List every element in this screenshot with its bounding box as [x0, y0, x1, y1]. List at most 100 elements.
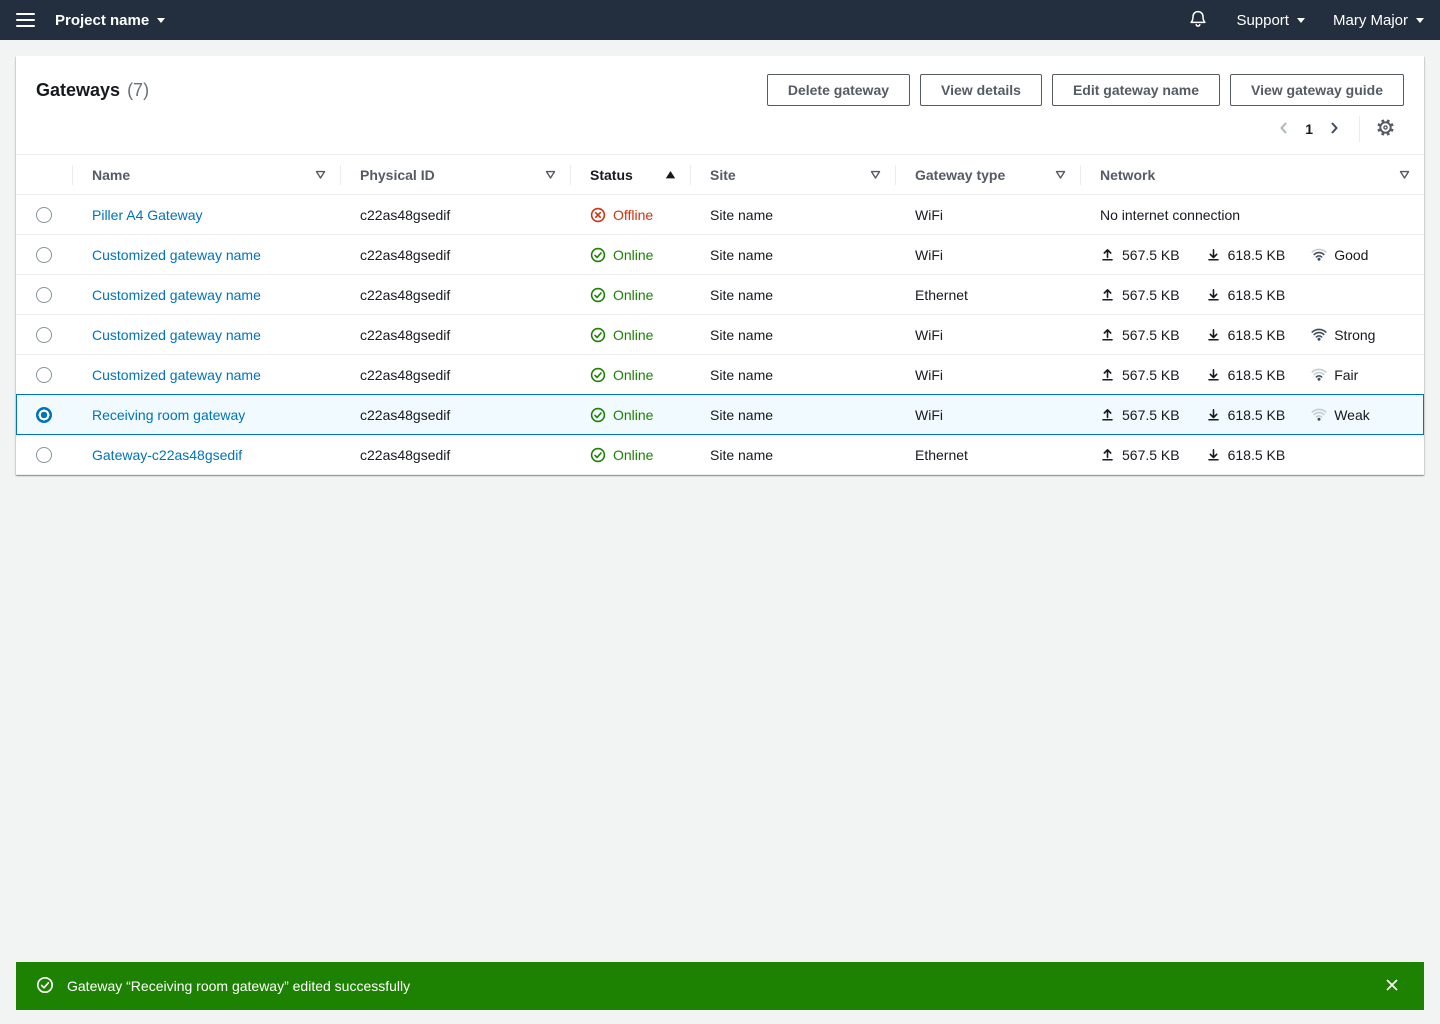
network-stats: 567.5 KB618.5 KBFair: [1100, 367, 1358, 383]
gateway-name-link[interactable]: Customized gateway name: [92, 327, 261, 343]
row-radio[interactable]: [36, 447, 52, 463]
column-header-status[interactable]: Status: [570, 155, 690, 194]
view-gateway-guide-button[interactable]: View gateway guide: [1230, 74, 1404, 106]
chevron-right-icon: [1326, 120, 1342, 139]
delete-gateway-button[interactable]: Delete gateway: [767, 74, 910, 106]
project-name-menu[interactable]: Project name: [55, 12, 165, 29]
close-icon: [1384, 977, 1400, 996]
row-radio[interactable]: [36, 247, 52, 263]
status-text: Online: [613, 447, 653, 463]
physical-id-cell: c22as48gsedif: [340, 275, 570, 314]
name-cell: Receiving room gateway: [72, 395, 340, 434]
physical-id-cell: c22as48gsedif: [340, 315, 570, 354]
row-radio-selected[interactable]: [36, 407, 52, 423]
user-menu[interactable]: Mary Major: [1333, 12, 1424, 29]
download-icon: [1206, 407, 1221, 422]
gateway-name-link[interactable]: Customized gateway name: [92, 287, 261, 303]
download-icon: [1206, 447, 1221, 462]
gateway-name-link[interactable]: Piller A4 Gateway: [92, 207, 203, 223]
status-cell: Offline: [570, 195, 690, 234]
column-header-physical_id[interactable]: Physical ID: [340, 155, 570, 194]
network-cell: 567.5 KB618.5 KBWeak: [1080, 395, 1424, 434]
table-settings-button[interactable]: [1372, 116, 1398, 142]
support-label: Support: [1236, 12, 1289, 29]
select-cell: [16, 275, 72, 314]
hamburger-menu-icon[interactable]: [16, 13, 35, 27]
table-row[interactable]: Customized gateway name c22as48gsedif Onli…: [16, 275, 1424, 315]
view-details-button[interactable]: View details: [920, 74, 1042, 106]
select-cell: [16, 195, 72, 234]
status-indicator: Online: [590, 367, 653, 383]
table-row[interactable]: Gateway-c22as48gsedif c22as48gsedif Online…: [16, 435, 1424, 475]
gateway-name-link[interactable]: Customized gateway name: [92, 247, 261, 263]
download-icon: [1206, 327, 1221, 342]
gateway-name-link[interactable]: Gateway-c22as48gsedif: [92, 447, 242, 463]
download-value: 618.5 KB: [1228, 367, 1286, 383]
status-cell: Online: [570, 435, 690, 474]
site-cell: Site name: [690, 315, 895, 354]
upload-icon: [1100, 407, 1115, 422]
table-row[interactable]: Receiving room gatewayc22as48gsedifOnlin…: [16, 395, 1424, 435]
edit-gateway-name-button[interactable]: Edit gateway name: [1052, 74, 1220, 106]
row-radio[interactable]: [36, 367, 52, 383]
column-header-network[interactable]: Network: [1080, 155, 1424, 194]
select-column-header: [16, 155, 72, 194]
physical-id-cell: c22as48gsedif: [340, 435, 570, 474]
wifi-icon: [1311, 407, 1327, 423]
top-navigation: Project name Support Mary Major: [0, 0, 1440, 40]
notifications-button[interactable]: [1188, 9, 1208, 32]
wifi-signal-label: Weak: [1334, 407, 1370, 423]
status-text: Online: [613, 287, 653, 303]
flash-message: Gateway “Receiving room gateway” edited …: [67, 978, 410, 994]
download-value: 618.5 KB: [1228, 327, 1286, 343]
name-cell: Customized gateway name: [72, 315, 340, 354]
sort-icon: [870, 170, 881, 180]
physical-id-cell: c22as48gsedif: [340, 395, 570, 434]
download-stat: 618.5 KB: [1206, 447, 1286, 463]
upload-stat: 567.5 KB: [1100, 247, 1180, 263]
status-indicator: Offline: [590, 207, 653, 223]
status-offline-icon: [590, 207, 606, 223]
network-stats: 567.5 KB 618.5 KB: [1100, 447, 1285, 463]
status-text: Online: [613, 247, 653, 263]
sort-icon: [315, 170, 326, 180]
upload-value: 567.5 KB: [1122, 407, 1180, 423]
name-cell: Customized gateway name: [72, 235, 340, 274]
row-radio[interactable]: [36, 207, 52, 223]
upload-stat: 567.5 KB: [1100, 367, 1180, 383]
previous-page-button[interactable]: [1271, 116, 1297, 142]
table-row[interactable]: Customized gateway namec22as48gsedifOnli…: [16, 235, 1424, 275]
column-header-site[interactable]: Site: [690, 155, 895, 194]
table-body: Piller A4 Gateway c22as48gsedif Offline Sit…: [16, 195, 1424, 475]
gateway-name-link[interactable]: Receiving room gateway: [92, 407, 245, 423]
gateway-type-cell: WiFi: [895, 235, 1080, 274]
flashbar-close-button[interactable]: [1380, 973, 1404, 1000]
download-value: 618.5 KB: [1228, 447, 1286, 463]
table-row[interactable]: Customized gateway namec22as48gsedifOnli…: [16, 355, 1424, 395]
current-page-number[interactable]: 1: [1297, 121, 1321, 137]
status-text: Online: [613, 327, 653, 343]
network-cell: No internet connection: [1080, 195, 1424, 234]
row-radio[interactable]: [36, 287, 52, 303]
support-menu[interactable]: Support: [1236, 12, 1305, 29]
column-header-gateway_type[interactable]: Gateway type: [895, 155, 1080, 194]
table-row[interactable]: Piller A4 Gatewayc22as48gsedifOfflineSit…: [16, 195, 1424, 235]
next-page-button[interactable]: [1321, 116, 1347, 142]
wifi-icon: [1311, 327, 1327, 343]
download-stat: 618.5 KB: [1206, 367, 1286, 383]
row-radio[interactable]: [36, 327, 52, 343]
status-text: Online: [613, 367, 653, 383]
gateway-name-link[interactable]: Customized gateway name: [92, 367, 261, 383]
upload-value: 567.5 KB: [1122, 447, 1180, 463]
status-online-icon: [590, 407, 606, 423]
column-header-label: Site: [710, 167, 736, 183]
column-header-name[interactable]: Name: [72, 155, 340, 194]
network-cell: 567.5 KB618.5 KBGood: [1080, 235, 1424, 274]
success-check-icon: [36, 976, 54, 997]
chevron-down-icon: [157, 18, 165, 23]
name-cell: Gateway-c22as48gsedif: [72, 435, 340, 474]
download-stat: 618.5 KB: [1206, 287, 1286, 303]
table-row[interactable]: Customized gateway name c22as48gsedif Onli…: [16, 315, 1424, 355]
wifi-icon: [1311, 247, 1327, 263]
column-header-label: Status: [590, 167, 633, 183]
